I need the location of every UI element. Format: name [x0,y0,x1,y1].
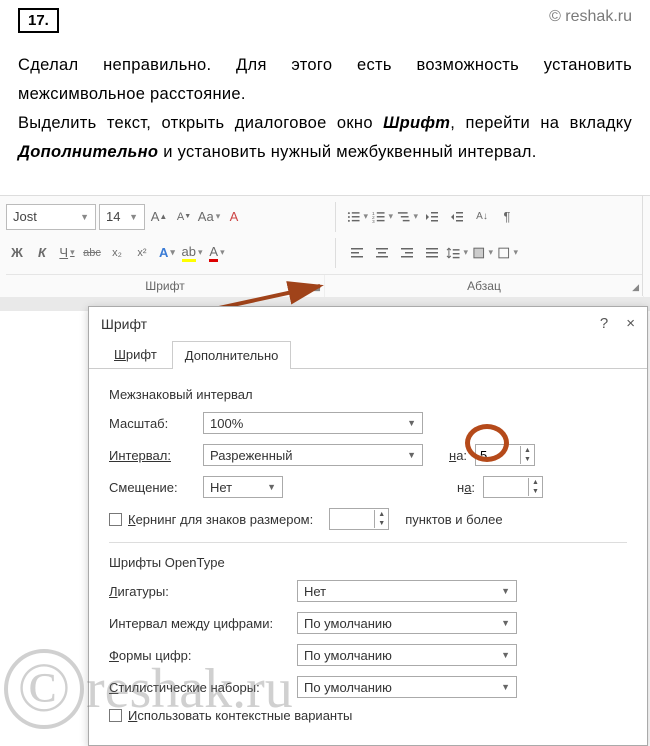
tab-font[interactable]: Шрифт [101,340,170,368]
para-dialog-launcher-icon[interactable]: ◢ [632,282,639,293]
offset-input[interactable] [484,477,528,497]
grow-font-icon[interactable]: A▲ [148,206,170,228]
font-color-icon[interactable]: A▾ [206,242,228,264]
label-interval: Интервал: [109,448,195,463]
change-case-icon[interactable]: Aa▾ [198,206,220,228]
align-right-icon[interactable] [396,242,418,264]
instruction-text: Сделал неправильно. Для этого есть возмо… [18,51,632,167]
underline-button[interactable]: Ч▾ [56,242,78,264]
watermark-top: © reshak.ru [549,8,632,26]
label-na-1: на: [449,448,467,463]
label-numspacing: Интервал между цифрами: [109,616,289,631]
shading-icon[interactable]: ▾ [471,242,493,264]
bullets-icon[interactable]: ▾ [346,206,368,228]
text-effects-icon[interactable]: A▾ [156,242,178,264]
stylistic-combo[interactable]: По умолчанию▼ [297,676,517,698]
ligatures-combo[interactable]: Нет▼ [297,580,517,602]
borders-icon[interactable]: ▾ [496,242,518,264]
word-ribbon: Jost▼ 14▼ A▲ A▼ Aa▾ A ▾ 123▾ ▾ A↓ ¶ Ж К … [0,195,650,297]
strike-button[interactable]: abc [81,242,103,264]
dialog-title: Шрифт [101,316,147,332]
font-size-combo[interactable]: 14▼ [99,204,145,230]
pilcrow-icon[interactable]: ¶ [496,206,518,228]
scale-combo[interactable]: 100%▼ [203,412,423,434]
kerning-suffix: пунктов и более [405,512,502,527]
copyright-icon: © [4,649,84,729]
spacing-spinner[interactable]: ▲▼ [475,444,535,466]
offset-spinner[interactable]: ▲▼ [483,476,543,498]
align-left-icon[interactable] [346,242,368,264]
paragraph-2: Выделить текст, открыть диалоговое окно … [18,109,632,167]
numbering-icon[interactable]: 123▾ [371,206,393,228]
tab-advanced[interactable]: Дополнительно [172,341,292,369]
kerning-spinner[interactable]: ▲▼ [329,508,389,530]
svg-text:3: 3 [372,218,375,224]
label-offset: Смещение: [109,480,195,495]
increase-indent-icon[interactable] [446,206,468,228]
help-button[interactable]: ? [600,315,608,332]
close-button[interactable]: × [626,315,635,332]
label-scale: Масштаб: [109,416,195,431]
kerning-checkbox[interactable]: Кернинг для знаков размером: [109,512,313,527]
watermark-big: © reshak.ru [4,649,293,729]
label-ligatures: Лигатуры: [109,584,289,599]
ribbon-edge [642,196,650,296]
highlight-icon[interactable]: ab▾ [181,242,203,264]
clear-format-icon[interactable]: A [223,206,245,228]
label-na-2: на: [457,480,475,495]
superscript-button[interactable]: x² [131,242,153,264]
bold-button[interactable]: Ж [6,242,28,264]
section-spacing: Межзнаковый интервал [109,387,627,402]
section-opentype: Шрифты OpenType [109,555,627,570]
font-name-combo[interactable]: Jost▼ [6,204,96,230]
numforms-combo[interactable]: По умолчанию▼ [297,644,517,666]
spacing-input[interactable] [476,445,520,465]
sort-icon[interactable]: A↓ [471,206,493,228]
question-number: 17. [18,8,59,33]
group-paragraph: Абзац◢ [325,275,644,297]
line-spacing-icon[interactable]: ▾ [446,242,468,264]
subscript-button[interactable]: x₂ [106,242,128,264]
align-center-icon[interactable] [371,242,393,264]
group-font: Шрифт◢ [6,275,325,297]
align-justify-icon[interactable] [421,242,443,264]
font-dialog-launcher-icon[interactable]: ◢ [313,282,320,293]
paragraph-1: Сделал неправильно. Для этого есть возмо… [18,51,632,109]
interval-combo[interactable]: Разреженный▼ [203,444,423,466]
kerning-input[interactable] [330,509,374,529]
shrink-font-icon[interactable]: A▼ [173,206,195,228]
decrease-indent-icon[interactable] [421,206,443,228]
italic-button[interactable]: К [31,242,53,264]
offset-combo[interactable]: Нет▼ [203,476,283,498]
numspacing-combo[interactable]: По умолчанию▼ [297,612,517,634]
multilevel-icon[interactable]: ▾ [396,206,418,228]
